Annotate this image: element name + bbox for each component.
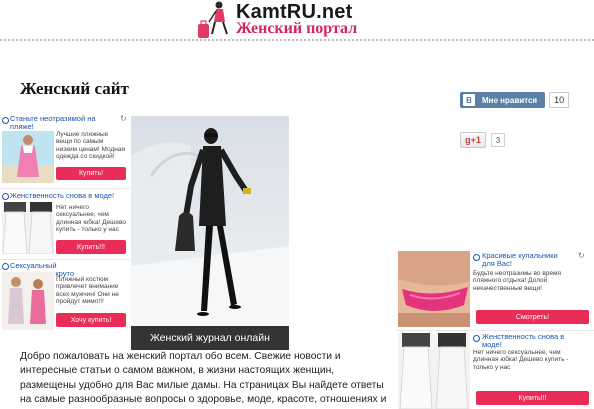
ad-description: Лучшие пляжные вещи по самым низким цена… [56, 131, 125, 161]
ad-image-beach-costume[interactable] [2, 272, 54, 330]
gplus-button[interactable]: g+1 [460, 132, 486, 148]
ad-image-beach-dress[interactable] [2, 131, 54, 183]
gplus-count: 3 [491, 133, 505, 147]
ad-description: Будьте неотразимы во время пляжного отды… [473, 270, 561, 292]
site-subtitle: Женский портал [236, 20, 358, 37]
ad-marker-icon [2, 117, 9, 124]
photo-caption: Женский журнал онлайн [131, 326, 289, 350]
refresh-icon[interactable]: ↻ [120, 115, 127, 123]
buy-button[interactable]: Купить! [56, 167, 126, 180]
header-divider [0, 39, 594, 41]
right-ad-column: Красивые купальники для Вас! ↻ Будьте не… [396, 248, 594, 409]
vk-like-button[interactable]: В Мне нравится [460, 92, 546, 108]
page-title: Женский сайт [20, 79, 129, 98]
ad-marker-icon [2, 193, 9, 200]
ad-marker-icon [473, 254, 480, 261]
ad-description: Пляжный костюм привлечет внимание всех м… [56, 276, 119, 306]
ad-separator [0, 188, 130, 189]
vk-like-widget: В Мне нравится 10 [460, 92, 570, 108]
refresh-icon[interactable]: ↻ [578, 252, 585, 260]
ad-image-swimsuit[interactable] [398, 251, 470, 327]
ad-marker-icon [2, 263, 9, 270]
site-logo[interactable]: KamtRU.net Женский портал [196, 0, 396, 40]
ad-description: Нет ничего сексуальнее, чем длинная юбка… [56, 204, 126, 234]
ad-separator [0, 259, 130, 260]
ad-title[interactable]: Красивые купальники для Вас! [482, 252, 572, 268]
main-photo[interactable]: Женский журнал онлайн [131, 116, 289, 350]
ad-image-long-skirt[interactable] [2, 202, 54, 254]
ad-separator [396, 330, 594, 331]
ad-description: Нет ничего сексуальнее, чем длинная юбка… [473, 349, 569, 371]
woman-in-black-dress-image [131, 116, 289, 350]
buy-button[interactable]: Купить!!! [476, 391, 589, 405]
view-button[interactable]: Смотреть! [476, 310, 589, 324]
gplus-widget: g+1 3 [460, 132, 505, 148]
ad-title[interactable]: Станьте неотразимой на пляже! [10, 115, 116, 131]
vk-logo-icon: В [463, 94, 475, 106]
ad-title[interactable]: Женственность снова в моде! [10, 192, 126, 200]
left-ad-column: Станьте неотразимой на пляже! ↻ Лучшие п… [0, 114, 130, 336]
ad-image-long-skirt[interactable] [398, 333, 470, 409]
buy-button[interactable]: Хочу купить! [56, 313, 126, 327]
ad-title[interactable]: Женственность снова в моде! [482, 333, 586, 349]
vk-like-label: Мне нравится [482, 95, 538, 105]
woman-with-suitcase-logo-icon [198, 1, 228, 38]
intro-text: Добро пожаловать на женский портал обо в… [20, 351, 387, 409]
buy-button[interactable]: Купить!!! [56, 240, 126, 254]
ad-marker-icon [473, 335, 480, 342]
vk-like-count: 10 [549, 92, 570, 108]
